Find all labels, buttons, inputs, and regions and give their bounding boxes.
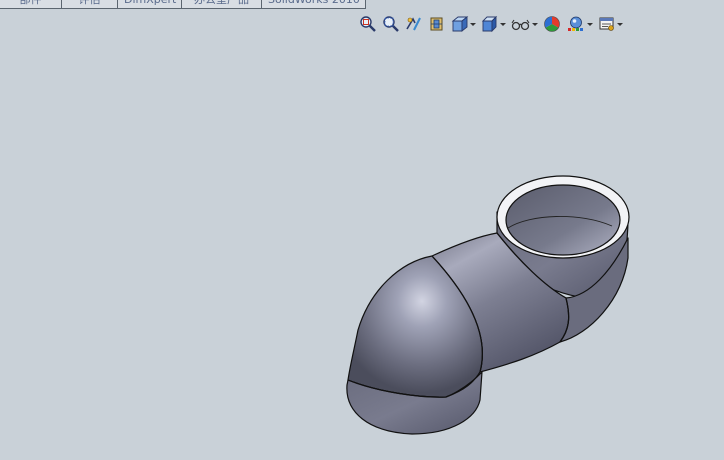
command-manager-tabs: 部件 评估 DimXpert 办公室产品 SolidWorks 2010 [0,0,366,9]
apply-scene-button[interactable] [566,15,593,33]
previous-view-icon [406,17,421,31]
hide-show-items-button[interactable] [511,15,538,33]
apply-scene-icon [568,16,583,31]
view-settings-icon [599,17,614,31]
hide-show-items-icon [511,19,530,31]
display-style-icon [481,15,498,33]
tab-office-products[interactable]: 办公室产品 [182,0,262,8]
previous-view-button[interactable] [405,15,423,33]
zoom-to-fit-button[interactable] [359,15,377,33]
chevron-down-icon[interactable] [532,15,538,33]
tab-evaluate[interactable]: 评估 [62,0,118,8]
edit-appearance-icon [544,16,560,32]
graphics-area[interactable] [0,40,724,460]
zoom-to-fit-icon [360,16,376,32]
tab-solidworks-2010[interactable]: SolidWorks 2010 [262,0,366,8]
edit-appearance-button[interactable] [543,15,561,33]
chevron-down-icon[interactable] [617,15,623,33]
heads-up-view-toolbar [359,15,628,33]
tab-part[interactable]: 部件 [0,0,62,8]
display-style-button[interactable] [481,15,506,33]
chevron-down-icon[interactable] [470,15,476,33]
view-settings-button[interactable] [598,15,623,33]
view-orientation-button[interactable] [451,15,476,33]
collar-rim-inner [505,184,621,256]
section-view-button[interactable] [428,15,446,33]
zoom-to-area-icon [383,16,399,32]
tab-dimxpert[interactable]: DimXpert [118,0,182,8]
pipe-elbow-model[interactable] [346,175,630,435]
view-orientation-icon [451,16,469,32]
zoom-to-area-button[interactable] [382,15,400,33]
chevron-down-icon[interactable] [587,15,593,33]
chevron-down-icon[interactable] [500,15,506,33]
section-view-icon [430,17,443,31]
